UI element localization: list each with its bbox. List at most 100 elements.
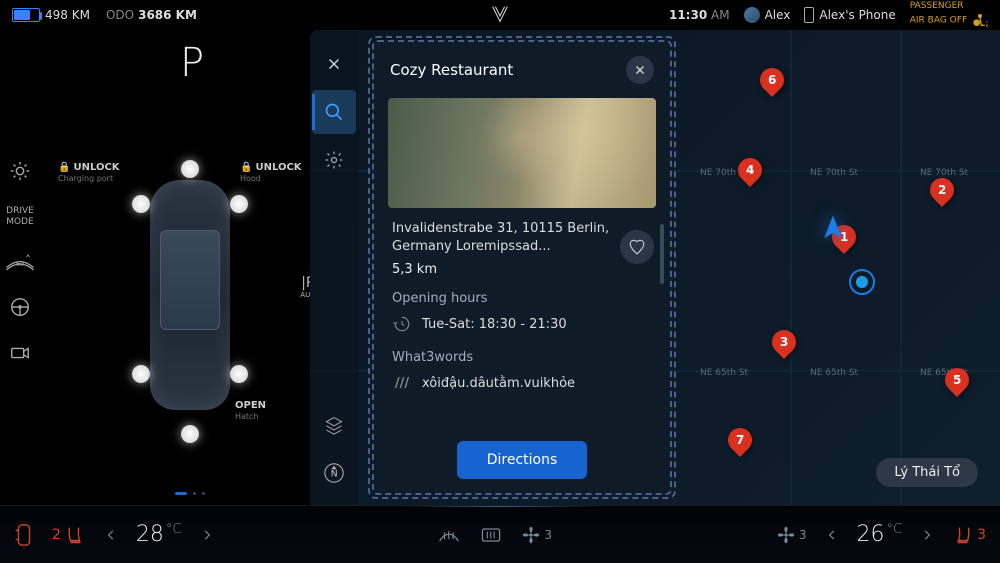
street-label: NE 65th St [810,368,858,378]
phone-name: Alex's Phone [819,8,895,22]
chevron-right-icon [200,528,214,542]
poi-title: Cozy Restaurant [390,61,513,79]
nav-heading-icon [818,213,848,243]
map-settings-button[interactable] [312,138,356,182]
defrost-front-icon [437,525,461,545]
airbag-warning: PASSENGER AIR BAG OFF 2 [910,2,988,28]
chevron-right-icon [920,528,934,542]
svg-text:N: N [331,469,338,480]
seat-icon [952,524,974,546]
lock-icon: 🔒 [240,162,252,173]
pager-dot [193,492,196,495]
map-search-button[interactable] [312,90,356,134]
camera-button[interactable] [9,342,31,364]
car-hatch-dot[interactable] [181,425,199,443]
steering-icon [9,296,31,318]
street-name-pill[interactable]: Lý Thái Tổ [876,458,978,487]
pager-dot-active [175,492,187,495]
poi-detail-card: Cozy Restaurant Invalidenstrabe 31, 1011… [372,40,672,495]
odo-label: ODO [106,8,134,22]
map-area[interactable]: NE 70th St NE 70th St NE 70th St NE 65th… [310,30,1000,505]
odometer: ODO3686 KM [106,8,197,22]
close-icon [633,63,647,77]
user-name: Alex [765,8,791,22]
seat-icon [64,524,86,546]
time: 11:30 [669,8,707,22]
map-rail: N [310,30,358,505]
compass-icon: N [323,462,345,484]
climate-dock: 2 28°C 3 3 2 [0,505,1000,563]
fan-left[interactable]: 3 [521,525,552,545]
poi-distance: 5,3 km [392,262,652,277]
w3w-icon: /// [392,373,412,393]
rear-defrost-button[interactable] [479,525,503,545]
range-value: 498 KM [45,8,90,22]
svg-text:60: 60 [16,260,24,268]
scrollbar[interactable] [660,224,664,284]
car-hood-dot[interactable] [181,160,199,178]
wiper-icon: 60 [4,252,36,272]
airbag-icon: 2 [972,12,988,28]
lock-icon: 🔒 [58,162,70,173]
search-icon [324,102,344,122]
poi-close-button[interactable] [626,56,654,84]
door-status-button[interactable] [14,523,34,547]
charging-port-label: 🔒UNLOCK Charging port [58,162,120,184]
current-location-icon [848,268,876,296]
drive-mode-button[interactable]: DRIVE MODE [6,206,34,228]
temp-down-right[interactable] [825,528,839,542]
car-door-fl-dot[interactable] [132,195,150,213]
vehicle-pager[interactable] [175,492,205,495]
fan-icon [521,525,541,545]
svg-text:2: 2 [985,21,988,28]
brand-logo [489,3,511,25]
front-defrost-button[interactable] [437,525,461,545]
camera-icon [9,342,31,364]
temp-up-left[interactable] [200,528,214,542]
defrost-rear-icon [479,525,503,545]
seat-heat-right[interactable]: 3 [952,524,986,546]
lights-button[interactable] [9,160,31,182]
layers-icon [324,415,344,435]
car-door-rl-dot[interactable] [132,365,150,383]
car-topdown[interactable] [100,140,280,440]
directions-button[interactable]: Directions [457,441,587,479]
chevron-left-icon [825,528,839,542]
range-indicator: 498 KM [12,8,90,22]
status-bar: 498 KM ODO3686 KM 11:30 AM Alex Alex's P… [0,0,1000,30]
user-profile[interactable]: Alex [744,7,791,23]
favorite-button[interactable] [620,230,654,264]
map-close-button[interactable] [312,42,356,86]
battery-icon [12,8,40,22]
w3w-title: What3words [392,350,652,365]
fan-right[interactable]: 3 [776,525,807,545]
heart-icon [628,238,646,256]
phone-icon [804,7,814,23]
brightness-icon [9,160,31,182]
steering-button[interactable] [9,296,31,318]
clock: 11:30 AM [669,8,730,22]
poi-photo [388,98,656,208]
temp-left: 28°C [136,522,182,547]
seat-heat-left[interactable]: 2 [52,524,86,546]
left-rail: DRIVE MODE 60 [0,30,40,505]
wiper-button[interactable]: 60 [4,252,36,272]
map-north-button[interactable]: N [312,451,356,495]
hours-value: Tue-Sat: 18:30 - 21:30 [422,317,567,332]
poi-address: Invalidenstrabe 31, 10115 Berlin, German… [392,220,652,256]
vehicle-panel: P 🔒UNLOCK Charging port 🔒UNLOCK Hood OPE… [40,30,310,505]
history-icon [392,314,412,334]
street-label: NE 70th St [810,168,858,178]
chevron-left-icon [104,528,118,542]
temp-up-right[interactable] [920,528,934,542]
temp-down-left[interactable] [104,528,118,542]
car-sunroof [160,230,220,330]
map-layers-button[interactable] [312,403,356,447]
phone-device[interactable]: Alex's Phone [804,7,895,23]
fan-icon [776,525,796,545]
car-door-fr-dot[interactable] [230,195,248,213]
car-door-icon [14,523,34,547]
gear-indicator: P [180,40,204,86]
street-label: NE 65th St [700,368,748,378]
car-door-rr-dot[interactable] [230,365,248,383]
